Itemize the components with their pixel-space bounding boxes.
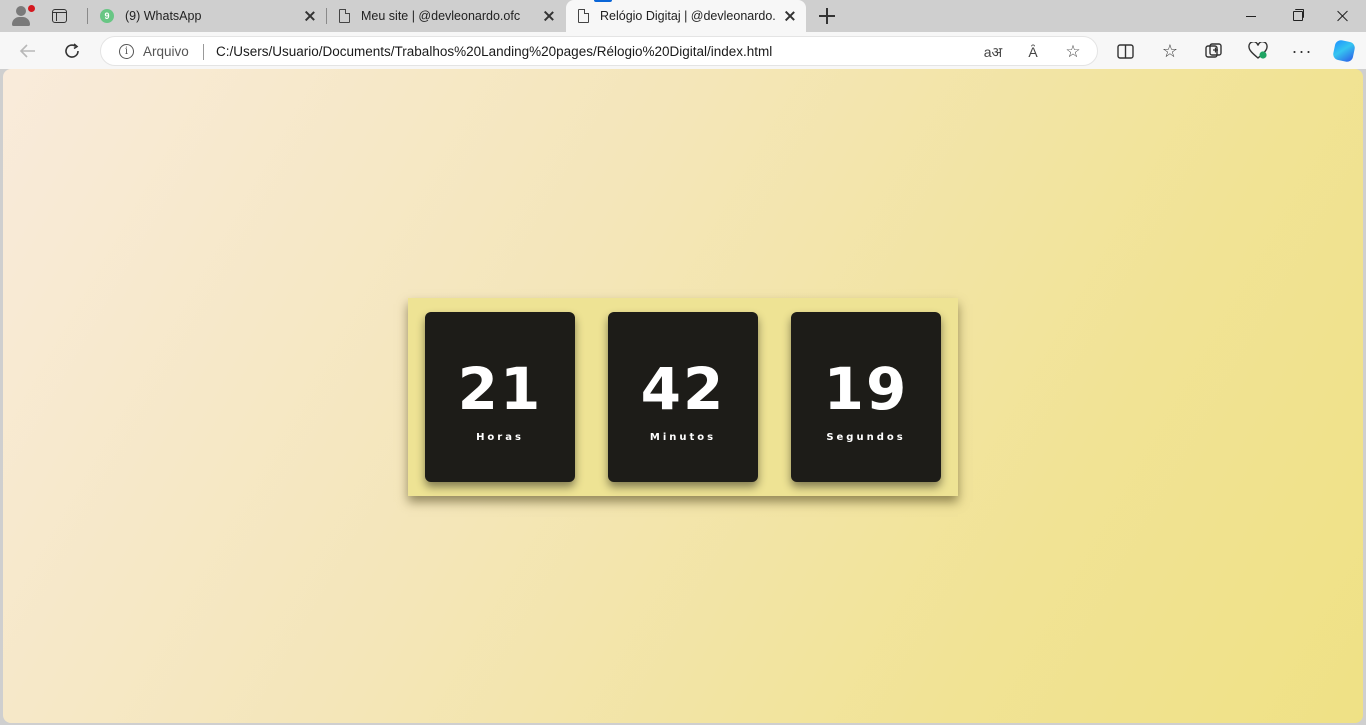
collections-icon[interactable] bbox=[1200, 37, 1228, 65]
whatsapp-icon: 9 bbox=[100, 9, 114, 23]
seconds-card: 19 Segundos bbox=[791, 312, 941, 482]
notification-dot bbox=[28, 5, 35, 12]
address-bar[interactable]: i Arquivo C:/Users/Usuario/Documents/Tra… bbox=[100, 36, 1098, 66]
profile-avatar-icon[interactable] bbox=[8, 4, 35, 28]
translate-icon[interactable]: aअ bbox=[982, 41, 1004, 63]
restore-icon[interactable] bbox=[1274, 0, 1320, 32]
browser-essentials-icon[interactable] bbox=[1244, 37, 1272, 65]
tab-actions-icon[interactable] bbox=[52, 9, 67, 23]
tab-title: (9) WhatsApp bbox=[125, 9, 202, 23]
browser-toolbar: i Arquivo C:/Users/Usuario/Documents/Tra… bbox=[0, 32, 1366, 69]
hours-card: 21 Horas bbox=[425, 312, 575, 482]
refresh-icon[interactable] bbox=[58, 37, 86, 65]
read-aloud-icon[interactable]: Ȃ bbox=[1022, 41, 1044, 63]
address-separator bbox=[203, 44, 204, 60]
tab-separator bbox=[87, 8, 88, 24]
scheme-label: Arquivo bbox=[143, 44, 189, 59]
favorites-icon[interactable]: ☆ bbox=[1156, 37, 1184, 65]
tab-meu-site[interactable]: Meu site | @devleonardo.ofc bbox=[333, 0, 563, 32]
page-icon bbox=[339, 9, 350, 23]
close-tab-icon[interactable] bbox=[302, 8, 318, 24]
hours-label: Horas bbox=[476, 432, 524, 443]
copilot-icon[interactable] bbox=[1332, 39, 1356, 63]
page-viewport: 21 Horas 42 Minutos 19 Segundos bbox=[3, 69, 1363, 723]
minimize-icon[interactable] bbox=[1228, 0, 1274, 32]
seconds-label: Segundos bbox=[826, 432, 906, 443]
minutes-label: Minutos bbox=[649, 432, 717, 443]
split-screen-icon[interactable] bbox=[1111, 37, 1139, 65]
tab-separator bbox=[326, 8, 327, 24]
page-icon bbox=[578, 9, 589, 23]
tab-title: Relógio Digitaj | @devleonardo.o bbox=[600, 9, 776, 23]
close-tab-icon[interactable] bbox=[782, 8, 798, 24]
new-tab-icon[interactable] bbox=[818, 7, 836, 25]
star-icon[interactable]: ☆ bbox=[1062, 41, 1084, 63]
digital-clock: 21 Horas 42 Minutos 19 Segundos bbox=[408, 298, 958, 496]
tab-relogio-digital[interactable]: Relógio Digitaj | @devleonardo.o bbox=[566, 0, 806, 32]
minutes-value: 42 bbox=[640, 355, 726, 423]
minutes-card: 42 Minutos bbox=[608, 312, 758, 482]
close-window-icon[interactable] bbox=[1320, 0, 1366, 32]
hours-value: 21 bbox=[457, 355, 543, 423]
close-tab-icon[interactable] bbox=[541, 8, 557, 24]
info-icon[interactable]: i bbox=[119, 44, 134, 59]
more-icon[interactable]: ··· bbox=[1288, 37, 1316, 65]
tab-strip: 9 (9) WhatsApp Meu site | @devleonardo.o… bbox=[0, 0, 1366, 32]
tab-title: Meu site | @devleonardo.ofc bbox=[361, 9, 521, 23]
tab-whatsapp[interactable]: 9 (9) WhatsApp bbox=[94, 0, 324, 32]
seconds-value: 19 bbox=[823, 355, 909, 423]
url-text[interactable]: C:/Users/Usuario/Documents/Trabalhos%20L… bbox=[216, 44, 772, 59]
back-arrow-icon[interactable] bbox=[14, 37, 42, 65]
